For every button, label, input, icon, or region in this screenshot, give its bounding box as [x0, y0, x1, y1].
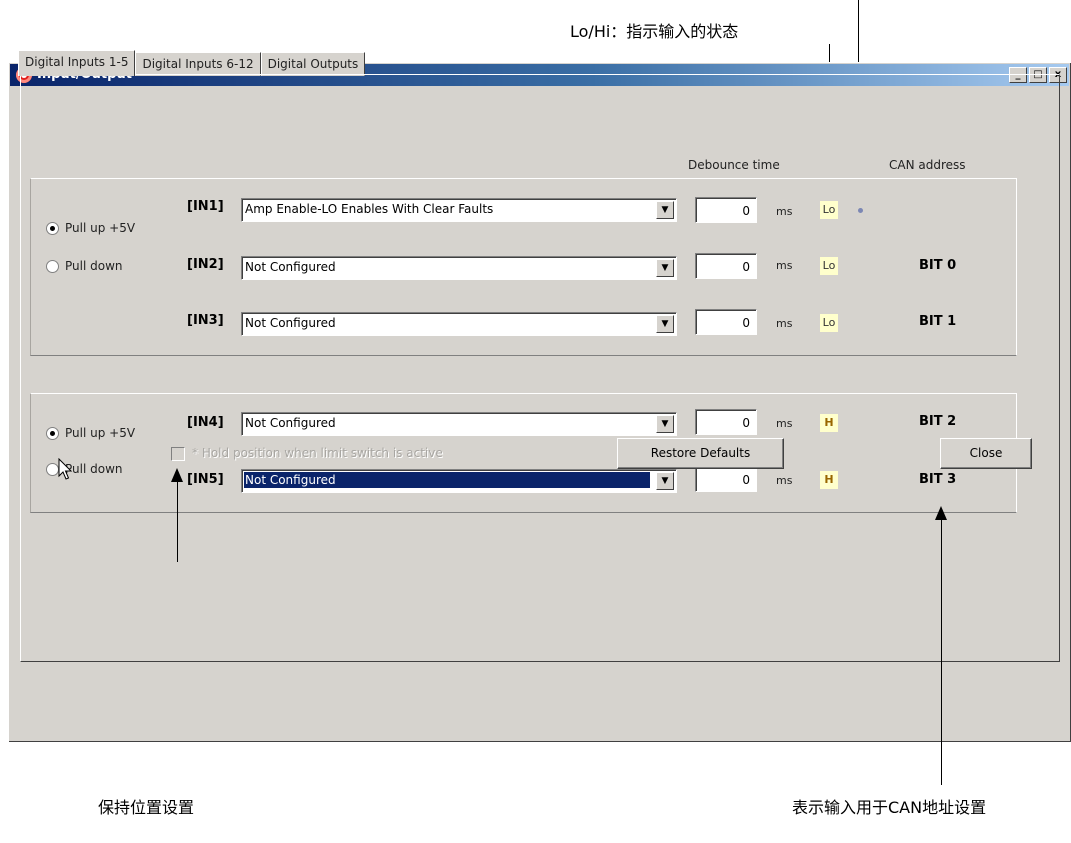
function-select-in5[interactable]: Not Configured ▼: [241, 469, 677, 493]
chevron-down-icon[interactable]: ▼: [656, 472, 674, 490]
close-button[interactable]: Close: [940, 438, 1032, 469]
tab-digital-outputs[interactable]: Digital Outputs: [260, 52, 366, 76]
pull-up-radio-1[interactable]: Pull up +5V: [46, 221, 135, 235]
function-value: Not Configured: [245, 316, 336, 330]
unit-label: ms: [776, 474, 793, 487]
state-indicator-in2: Lo: [820, 257, 838, 275]
chevron-down-icon[interactable]: ▼: [656, 201, 674, 219]
radio-button[interactable]: [46, 259, 59, 273]
tab-bar: Digital Inputs 1-5 Digital Inputs 6-12 D…: [18, 50, 366, 76]
pull-up-label: Pull up +5V: [65, 426, 136, 440]
tab-digital-inputs-6-12[interactable]: Digital Inputs 6-12: [135, 52, 261, 76]
tab-digital-inputs-1-5[interactable]: Digital Inputs 1-5: [18, 50, 136, 76]
unit-label: ms: [776, 317, 793, 330]
debounce-input-in3[interactable]: 0: [695, 309, 757, 335]
state-indicator-in3: Lo: [820, 314, 838, 332]
chevron-down-icon[interactable]: ▼: [656, 315, 674, 333]
input-label-in2: [IN2]: [187, 257, 224, 272]
state-indicator-in5: H: [820, 471, 838, 489]
input-label-in5: [IN5]: [187, 472, 224, 487]
function-value: Amp Enable-LO Enables With Clear Faults: [245, 202, 494, 216]
pull-up-radio-2[interactable]: Pull up +5V: [46, 426, 135, 440]
debounce-input-in5[interactable]: 0: [695, 466, 757, 492]
function-select-in1[interactable]: Amp Enable-LO Enables With Clear Faults …: [241, 198, 677, 222]
can-marker-dot: [858, 208, 863, 213]
pull-down-radio-1[interactable]: Pull down: [46, 259, 123, 273]
restore-defaults-button[interactable]: Restore Defaults: [617, 438, 784, 469]
unit-label: ms: [776, 205, 793, 218]
debounce-input-in1[interactable]: 0: [695, 197, 757, 223]
annotation-lo-hi: Lo/Hi：指示输入的状态: [570, 22, 739, 41]
unit-label: ms: [776, 259, 793, 272]
pull-down-label: Pull down: [65, 259, 123, 273]
unit-label: ms: [776, 417, 793, 430]
can-address-header: CAN address: [889, 158, 966, 172]
function-select-in3[interactable]: Not Configured ▼: [241, 312, 677, 336]
hold-position-checkbox[interactable]: [171, 447, 185, 461]
annotation-line-hold: [177, 482, 178, 562]
can-bit-in2: BIT 0: [919, 258, 957, 273]
function-value: Not Configured: [245, 416, 336, 430]
annotation-line-can: [941, 520, 942, 785]
input-label-in1: [IN1]: [187, 199, 224, 214]
radio-button[interactable]: [46, 221, 59, 235]
chevron-down-icon[interactable]: ▼: [656, 415, 674, 433]
debounce-time-header: Debounce time: [688, 158, 780, 172]
debounce-input-in4[interactable]: 0: [695, 409, 757, 435]
chevron-down-icon[interactable]: ▼: [656, 259, 674, 277]
pull-up-label: Pull up +5V: [65, 221, 136, 235]
function-select-in4[interactable]: Not Configured ▼: [241, 412, 677, 436]
input-label-in4: [IN4]: [187, 415, 224, 430]
annotation-can-address: 表示输入用于CAN地址设置: [792, 798, 987, 817]
annotation-hold-position: 保持位置设置: [98, 798, 195, 817]
state-indicator-in1: Lo: [820, 201, 838, 219]
function-select-in2[interactable]: Not Configured ▼: [241, 256, 677, 280]
hold-position-label: * Hold position when limit switch is act…: [192, 446, 443, 460]
state-indicator-in4: H: [820, 414, 838, 432]
function-value: Not Configured: [245, 260, 336, 274]
can-bit-in5: BIT 3: [919, 472, 957, 487]
function-value: Not Configured: [244, 472, 650, 488]
debounce-input-in2[interactable]: 0: [695, 253, 757, 279]
can-bit-in4: BIT 2: [919, 414, 957, 429]
can-bit-in3: BIT 1: [919, 314, 957, 329]
annotation-arrow-can: [935, 506, 947, 520]
annotation-arrow-hold: [171, 468, 183, 482]
mouse-cursor-icon: [58, 458, 73, 480]
radio-button[interactable]: [46, 426, 59, 440]
input-label-in3: [IN3]: [187, 313, 224, 328]
